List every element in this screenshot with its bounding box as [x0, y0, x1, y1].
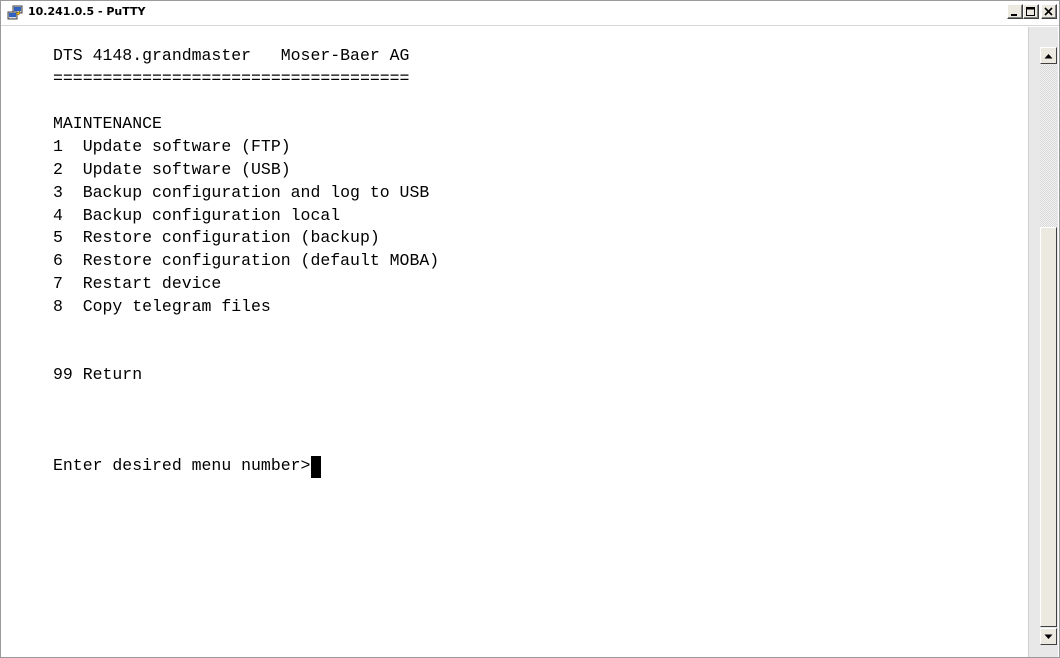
terminal-output: DTS 4148.grandmaster Moser-Baer AG =====…: [53, 45, 439, 478]
menu-item-4: 4 Backup configuration local: [53, 205, 341, 225]
putty-window: 10.241.0.5 - PuTTY DTS 4148.grandmaster …: [0, 0, 1060, 658]
terminal-line-separator: ====================================: [53, 68, 410, 88]
minimize-icon: [1011, 13, 1017, 16]
terminal-area[interactable]: DTS 4148.grandmaster Moser-Baer AG =====…: [3, 27, 1028, 657]
scroll-thumb[interactable]: [1040, 227, 1057, 627]
menu-item-return: 99 Return: [53, 365, 143, 385]
window-controls: [1007, 4, 1057, 19]
close-icon: [1044, 6, 1053, 16]
scroll-down-button[interactable]: [1040, 628, 1057, 645]
window-title: 10.241.0.5 - PuTTY: [28, 5, 146, 18]
menu-item-1: 1 Update software (FTP): [53, 137, 291, 157]
menu-item-2: 2 Update software (USB): [53, 159, 291, 179]
title-bar[interactable]: 10.241.0.5 - PuTTY: [1, 1, 1059, 26]
prompt-text: Enter desired menu number>: [53, 456, 311, 476]
menu-item-5: 5 Restore configuration (backup): [53, 228, 380, 248]
maximize-icon: [1026, 6, 1035, 16]
menu-item-6: 6 Restore configuration (default MOBA): [53, 251, 440, 271]
terminal-line-header: DTS 4148.grandmaster Moser-Baer AG: [53, 46, 410, 65]
menu-item-8: 8 Copy telegram files: [53, 296, 271, 316]
menu-title: MAINTENANCE: [53, 114, 162, 134]
putty-icon[interactable]: [7, 5, 23, 21]
prompt-line[interactable]: Enter desired menu number>: [53, 455, 439, 478]
menu-item-3: 3 Backup configuration and log to USB: [53, 182, 430, 202]
maximize-button[interactable]: [1023, 4, 1039, 19]
scroll-up-arrow-icon: [1044, 53, 1053, 58]
close-button[interactable]: [1041, 4, 1057, 19]
menu-item-7: 7 Restart device: [53, 273, 222, 293]
text-cursor: [311, 455, 322, 478]
vertical-scrollbar[interactable]: [1028, 27, 1058, 657]
scroll-up-button[interactable]: [1040, 47, 1057, 64]
minimize-button[interactable]: [1007, 4, 1023, 19]
scroll-down-arrow-icon: [1044, 634, 1053, 639]
